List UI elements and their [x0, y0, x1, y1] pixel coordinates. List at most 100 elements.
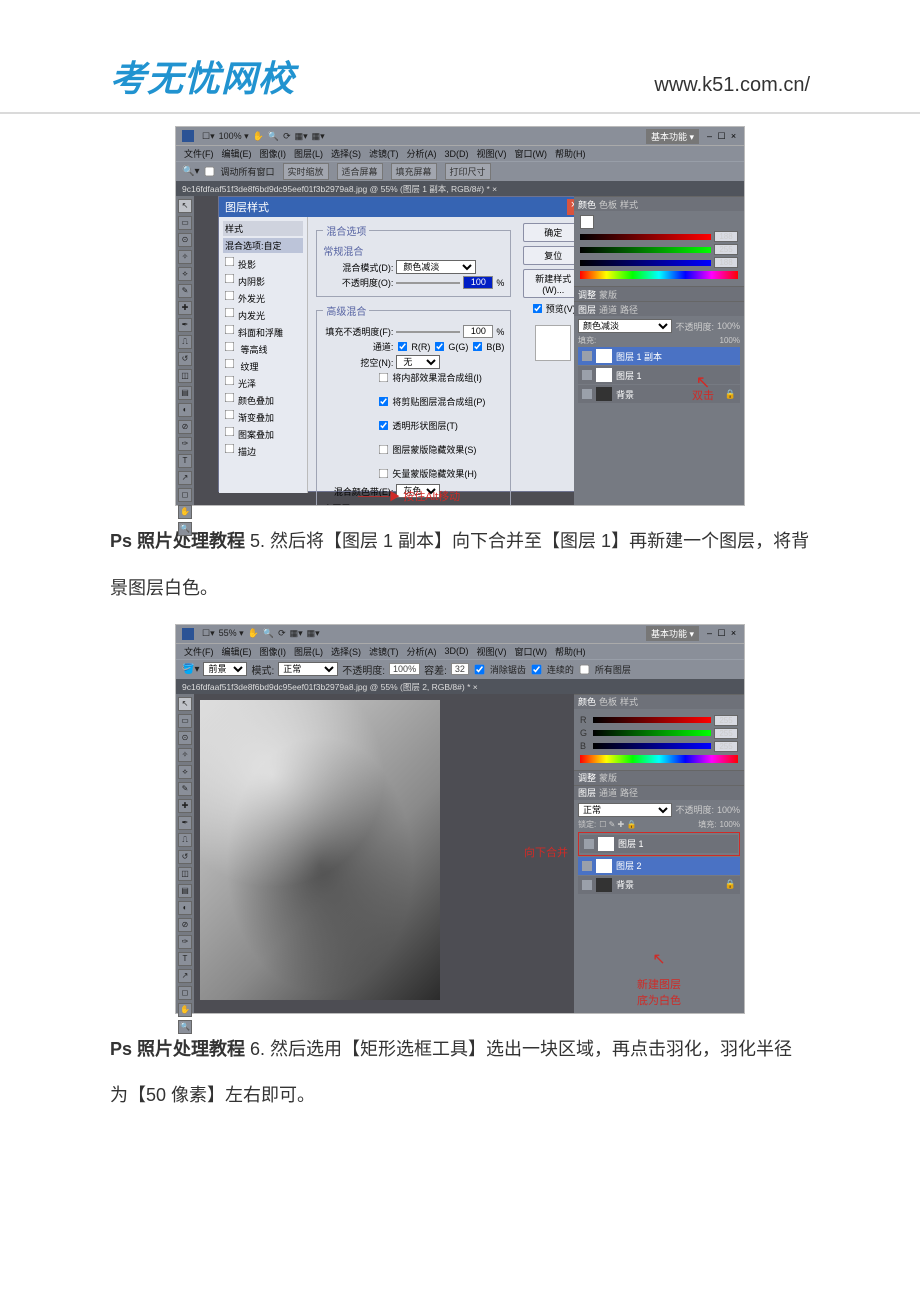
opt-vecmaskfx[interactable]: 矢量蒙版隐藏效果(H) [377, 467, 504, 480]
type-tool[interactable]: T [178, 454, 192, 468]
vis-icon[interactable] [582, 389, 592, 399]
brush-tool[interactable]: ✒ [178, 318, 192, 332]
menu-select[interactable]: 选择(S) [329, 645, 363, 658]
mode-select[interactable]: 正常 [278, 662, 338, 676]
layer-blendmode[interactable]: 颜色减淡 [578, 319, 672, 333]
vis-icon[interactable] [584, 839, 594, 849]
clone-tool[interactable]: ⎍ [178, 833, 192, 847]
menu-select[interactable]: 选择(S) [329, 147, 363, 160]
path-tool[interactable]: ↗ [178, 969, 192, 983]
ok-button[interactable]: 确定 [523, 223, 574, 242]
b-val[interactable]: 188 [714, 257, 738, 268]
wand-tool[interactable]: ✧ [178, 748, 192, 762]
hand-tool[interactable]: ✋ [178, 505, 192, 519]
tab-path[interactable]: 路径 [620, 786, 638, 799]
tab-color[interactable]: 颜色 [578, 198, 596, 211]
menu-analysis[interactable]: 分析(A) [405, 645, 439, 658]
history-tool[interactable]: ↺ [178, 352, 192, 366]
fx-stroke[interactable]: 描边 [223, 442, 303, 458]
tab-path[interactable]: 路径 [620, 303, 638, 316]
screen-switch-icon[interactable]: ☐▾ [202, 628, 215, 639]
layer-thumb[interactable] [596, 878, 612, 892]
heal-tool[interactable]: ✚ [178, 301, 192, 315]
ch-b[interactable]: B(B) [471, 340, 504, 353]
layer-row-bg[interactable]: 背景🔒 [578, 385, 740, 403]
fx-gradoverlay[interactable]: 渐变叠加 [223, 408, 303, 424]
shape-tool[interactable]: ◻ [178, 488, 192, 502]
layer-thumb[interactable] [596, 368, 612, 382]
rotate-icon[interactable]: ⟳ [283, 131, 291, 142]
tab-mask[interactable]: 蒙版 [599, 288, 617, 301]
menu-analysis[interactable]: 分析(A) [405, 147, 439, 160]
lasso-tool[interactable]: ⊙ [178, 731, 192, 745]
dodge-tool[interactable]: ⊘ [178, 918, 192, 932]
fill-val[interactable]: 100% [720, 820, 740, 829]
dodge-tool[interactable]: ⊘ [178, 420, 192, 434]
fx-pattoverlay[interactable]: 图案叠加 [223, 425, 303, 441]
ch-r[interactable]: R(R) [396, 340, 430, 353]
newstyle-button[interactable]: 新建样式(W)... [523, 269, 574, 298]
heal-tool[interactable]: ✚ [178, 799, 192, 813]
fx-outerglow[interactable]: 外发光 [223, 289, 303, 305]
workspace-switcher[interactable]: 基本功能 ▾ [646, 626, 699, 641]
menu-edit[interactable]: 编辑(E) [220, 645, 254, 658]
opacity-val[interactable]: 100% [717, 805, 740, 815]
color-panel-tabs[interactable]: 颜色 色板 样式 [574, 695, 744, 709]
r-val[interactable]: 188 [714, 231, 738, 242]
marquee-tool[interactable]: ▭ [178, 216, 192, 230]
layer-row-1[interactable]: 图层 1 [580, 835, 738, 853]
eyedrop-tool[interactable]: ✎ [178, 284, 192, 298]
fit-screen-button[interactable]: 适合屏幕 [337, 163, 383, 180]
blur-tool[interactable]: ◐ [178, 403, 192, 417]
adjust-tabs[interactable]: 调整蒙版 [574, 771, 744, 785]
fx-innershadow[interactable]: 内阴影 [223, 272, 303, 288]
panels-menu[interactable]: ▦▾ [312, 131, 325, 142]
type-tool[interactable]: T [178, 952, 192, 966]
history-tool[interactable]: ↺ [178, 850, 192, 864]
fx-satin[interactable]: 光泽 [223, 374, 303, 390]
menu-edit[interactable]: 编辑(E) [220, 147, 254, 160]
rotate-icon[interactable]: ⟳ [278, 628, 286, 639]
menu-help[interactable]: 帮助(H) [553, 645, 588, 658]
ps-canvas[interactable]: 图层样式 × 样式 混合选项:自定 投影 内阴影 外发光 内发光 斜面和浮雕 [194, 196, 574, 505]
pen-tool[interactable]: ✑ [178, 935, 192, 949]
tab-layer[interactable]: 图层 [578, 786, 596, 799]
zoom-icon[interactable]: 🔍 [263, 628, 274, 639]
fx-dropshadow[interactable]: 投影 [223, 255, 303, 271]
layer-tabs[interactable]: 图层通道路径 [574, 786, 744, 800]
window-controls[interactable]: –☐× [702, 131, 738, 142]
fx-coloroverlay[interactable]: 颜色叠加 [223, 391, 303, 407]
r-val[interactable]: 255 [714, 715, 738, 726]
tab-styles[interactable]: 样式 [620, 695, 638, 708]
menu-3d[interactable]: 3D(D) [443, 646, 471, 656]
fill-screen-button[interactable]: 填充屏幕 [391, 163, 437, 180]
zoom-tool[interactable]: 🔍 [178, 1020, 192, 1034]
g-val[interactable]: 255 [714, 728, 738, 739]
wand-tool[interactable]: ✧ [178, 250, 192, 264]
menu-file[interactable]: 文件(F) [182, 147, 216, 160]
menu-view[interactable]: 视图(V) [475, 147, 509, 160]
opacity-field[interactable]: 100% [389, 663, 420, 675]
menu-window[interactable]: 窗口(W) [513, 645, 550, 658]
menu-3d[interactable]: 3D(D) [443, 149, 471, 159]
knockout-select[interactable]: 无 [396, 355, 440, 369]
move-tool[interactable]: ↖ [178, 199, 192, 213]
hand-icon[interactable]: ✋ [248, 628, 259, 639]
menu-help[interactable]: 帮助(H) [553, 147, 588, 160]
menu-window[interactable]: 窗口(W) [513, 147, 550, 160]
fg-color-swatch[interactable] [580, 215, 594, 229]
brush-tool[interactable]: ✒ [178, 816, 192, 830]
hue-strip[interactable] [580, 271, 738, 279]
tab-channel[interactable]: 通道 [599, 303, 617, 316]
blend-options-item[interactable]: 混合选项:自定 [223, 238, 303, 253]
tab-swatch[interactable]: 色板 [599, 695, 617, 708]
hand-icon[interactable]: ✋ [253, 131, 264, 142]
layer-row-bg[interactable]: 背景🔒 [578, 876, 740, 894]
tab-color[interactable]: 颜色 [578, 695, 596, 708]
menu-image[interactable]: 图像(I) [258, 645, 289, 658]
menu-filter[interactable]: 滤镜(T) [367, 147, 401, 160]
fillopacity-field[interactable]: 100 [463, 325, 493, 338]
fx-innerglow[interactable]: 内发光 [223, 306, 303, 322]
ps-canvas[interactable]: 向下合并 [194, 694, 574, 1013]
eyedrop-tool[interactable]: ✎ [178, 782, 192, 796]
